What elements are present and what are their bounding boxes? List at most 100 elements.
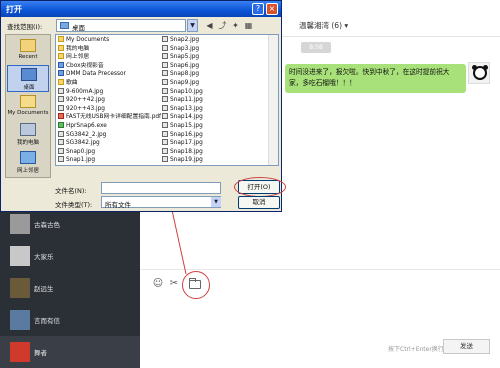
place-desktop[interactable]: 桌面 <box>7 65 49 92</box>
jpg-file-icon <box>162 139 168 146</box>
file-name: My Documents <box>66 37 110 43</box>
my-documents-icon <box>20 95 36 108</box>
help-button[interactable]: ? <box>252 3 264 15</box>
lookin-select[interactable]: 桌面 <box>56 19 186 32</box>
file-name: 歌曲 <box>66 80 78 86</box>
chevron-down-icon[interactable]: ▼ <box>187 19 198 32</box>
file-name: 9-600mA.jpg <box>66 88 104 95</box>
folder-file-icon <box>58 79 64 85</box>
new-folder-icon[interactable]: ✦ <box>230 20 241 31</box>
file-name: Snap9.jpg <box>170 80 200 86</box>
open-file-dialog: 打开 ? × 查找范围(I): 桌面 ▼ ◀ ⤴ ✦ ▦ Recent 桌面 M… <box>0 0 286 212</box>
file-name: 920++42.jpg <box>66 97 105 104</box>
jpg-file-icon <box>58 147 64 154</box>
jpg-file-icon <box>58 156 64 163</box>
close-button[interactable]: × <box>266 3 278 15</box>
my-computer-icon <box>20 123 36 136</box>
dialog-title: 打开 <box>6 5 22 14</box>
filetype-label: 文件类型(T): <box>55 201 93 209</box>
file-name: Cbox央视影音 <box>66 62 104 69</box>
place-recent[interactable]: Recent <box>7 37 49 64</box>
jpg-file-icon <box>58 104 64 111</box>
file-name: Snap8.jpg <box>170 71 200 78</box>
file-name: Snap17.jpg <box>170 140 203 147</box>
jpg-file-icon <box>162 61 168 68</box>
app-file-icon <box>58 61 64 68</box>
filetype-select[interactable]: 所有文件 ▼ <box>101 196 221 209</box>
file-name: Snap16.jpg <box>170 131 203 138</box>
dialog-titlebar[interactable]: 打开 ? × <box>1 1 281 17</box>
file-name: Snap15.jpg <box>170 123 203 129</box>
file-name: 我的电脑 <box>66 45 90 52</box>
file-name: Snap0.jpg <box>66 148 96 155</box>
places-bar: Recent 桌面 My Documents 我的电脑 网上邻居 <box>5 34 51 178</box>
place-label: 我的电脑 <box>16 140 39 146</box>
pdf-file-icon <box>58 113 64 120</box>
exe-file-icon <box>58 122 64 128</box>
jpg-file-icon <box>162 113 168 120</box>
place-label: 网上邻居 <box>16 168 39 174</box>
file-item[interactable]: Snap1.jpg <box>58 156 95 165</box>
jpg-file-icon <box>58 130 64 137</box>
filename-field[interactable] <box>101 182 221 194</box>
lookin-label: 查找范围(I): <box>7 23 43 31</box>
app-file-icon <box>58 70 64 77</box>
desktop-icon <box>60 22 69 29</box>
network-icon <box>20 151 36 164</box>
cancel-button[interactable]: 取消 <box>238 196 280 209</box>
jpg-file-icon <box>162 44 168 51</box>
place-my-documents[interactable]: My Documents <box>7 93 49 120</box>
jpg-file-icon <box>58 87 64 94</box>
highlight-circle <box>234 177 286 197</box>
file-name: SG3842_2.jpg <box>66 131 107 138</box>
file-name: FAST无线USB网卡详细配置指南.pdf <box>66 114 162 121</box>
jpg-file-icon <box>162 70 168 77</box>
recent-folder-icon <box>20 39 36 52</box>
jpg-file-icon <box>58 96 64 103</box>
place-network[interactable]: 网上邻居 <box>7 149 49 176</box>
place-my-computer[interactable]: 我的电脑 <box>7 121 49 148</box>
lookin-value: 桌面 <box>72 24 85 32</box>
jpg-file-icon <box>162 79 168 85</box>
file-name: 920++43.jpg <box>66 105 105 112</box>
file-name: Snap10.jpg <box>170 88 203 95</box>
jpg-file-icon <box>162 122 168 128</box>
file-list[interactable]: My Documents 我的电脑网上邻居 Cbox央视影音 DMM Data Pre… <box>55 34 279 166</box>
file-item[interactable]: Snap19.jpg <box>162 156 203 165</box>
file-name: Snap6.jpg <box>170 62 200 69</box>
file-name: Snap5.jpg <box>170 54 200 61</box>
filetype-value: 所有文件 <box>105 201 131 209</box>
file-name: Snap1.jpg <box>66 157 96 164</box>
folder-file-icon <box>58 36 64 42</box>
file-name: DMM Data Precessor <box>66 71 126 78</box>
file-name: 网上邻居 <box>66 54 90 61</box>
jpg-file-icon <box>162 36 168 42</box>
jpg-file-icon <box>162 53 168 60</box>
place-label: My Documents <box>7 110 49 116</box>
scrollbar[interactable] <box>268 35 278 165</box>
file-name: Snap13.jpg <box>170 105 203 112</box>
jpg-file-icon <box>162 87 168 94</box>
jpg-file-icon <box>58 139 64 146</box>
filename-label: 文件名(N): <box>55 187 87 195</box>
file-name: Snap19.jpg <box>170 157 203 164</box>
file-name: Snap2.jpg <box>170 37 200 43</box>
file-name: SG3842.jpg <box>66 140 100 147</box>
file-name: Snap11.jpg <box>170 97 203 104</box>
jpg-file-icon <box>162 147 168 154</box>
folder-file-icon <box>58 44 64 51</box>
file-name: Snap18.jpg <box>170 148 203 155</box>
file-name: Snap14.jpg <box>170 114 203 121</box>
jpg-file-icon <box>162 156 168 163</box>
back-icon[interactable]: ◀ <box>204 20 215 31</box>
view-menu-icon[interactable]: ▦ <box>243 20 254 31</box>
jpg-file-icon <box>162 96 168 103</box>
place-label: 桌面 <box>23 85 35 91</box>
up-folder-icon[interactable]: ⤴ <box>217 20 228 31</box>
folder-file-icon <box>58 53 64 60</box>
jpg-file-icon <box>162 104 168 111</box>
chevron-down-icon[interactable]: ▼ <box>211 197 221 207</box>
desktop-icon <box>21 68 37 81</box>
place-label: Recent <box>18 54 38 60</box>
file-name: HprSnap6.exe <box>66 123 107 129</box>
